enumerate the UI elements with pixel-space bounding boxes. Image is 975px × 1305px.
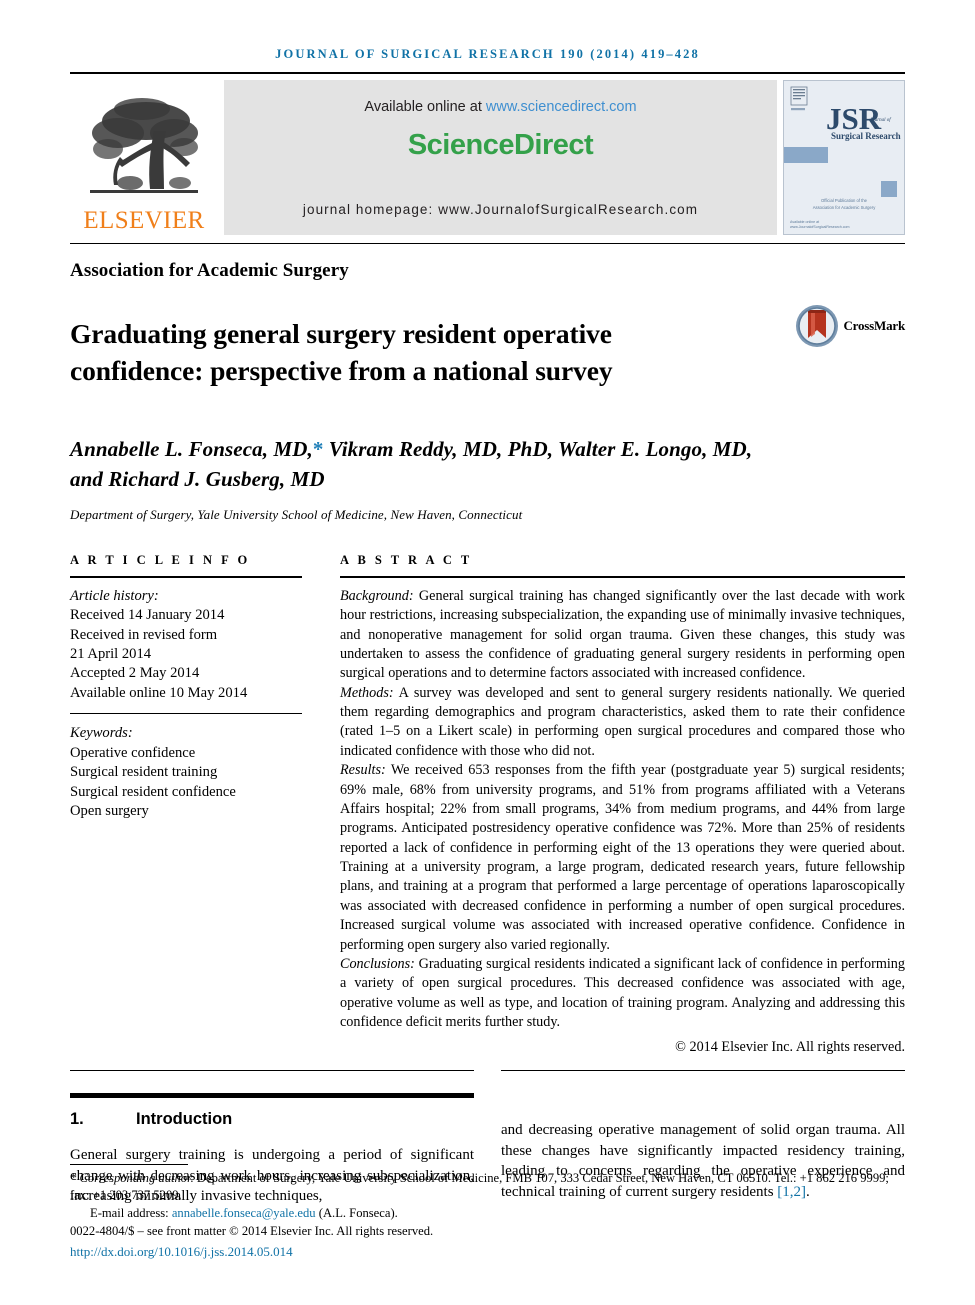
keywords-label: Keywords: xyxy=(70,725,133,742)
section-heading-introduction: 1. Introduction xyxy=(70,1110,474,1129)
article-history-item: 21 April 2014 xyxy=(70,646,152,663)
svg-text:Available online at: Available online at xyxy=(790,220,819,224)
svg-text:Association for Academic Surge: Association for Academic Surgery xyxy=(813,205,877,210)
abstract-results: Results: We received 653 responses from … xyxy=(340,761,905,955)
article-history-item: Received 14 January 2014 xyxy=(70,607,225,624)
journal-cover-thumbnail: JSR Journal of Surgical Research Officia… xyxy=(783,80,905,235)
crossmark-badge[interactable]: CrossMark xyxy=(795,304,905,348)
sciencedirect-banner: Available online at www.sciencedirect.co… xyxy=(224,80,777,235)
elsevier-tree-icon xyxy=(90,98,198,193)
abstract-conclusions-text: Graduating surgical residents indicated … xyxy=(340,955,905,1031)
section-bar xyxy=(70,1093,474,1099)
author-line-1: Annabelle L. Fonseca, MD,* Vikram Reddy,… xyxy=(70,434,905,464)
abstract-results-text: We received 653 responses from the fifth… xyxy=(340,762,905,953)
abstract-methods-text: A survey was developed and sent to gener… xyxy=(340,684,905,759)
abstract-results-label: Results: xyxy=(340,762,386,779)
abstract-methods: Methods: A survey was developed and sent… xyxy=(340,684,905,762)
affiliation: Department of Surgery, Yale University S… xyxy=(70,506,523,522)
keyword-item: Operative confidence xyxy=(70,744,196,761)
article-info-heading: A R T I C L E I N F O xyxy=(70,552,251,567)
email-suffix: (A.L. Fonseca). xyxy=(315,1206,398,1221)
abstract-heading: A B S T R A C T xyxy=(340,552,473,567)
crossmark-icon xyxy=(796,305,839,347)
author-line-1b: Vikram Reddy, MD, PhD, Walter E. Longo, … xyxy=(323,436,753,461)
section-number: 1. xyxy=(70,1110,84,1129)
right-column-rule xyxy=(501,1070,905,1072)
svg-text:Journal of: Journal of xyxy=(870,118,891,123)
masthead-bottom-rule xyxy=(70,243,905,244)
abstract-conclusions: Conclusions: Graduating surgical residen… xyxy=(340,955,905,1033)
article-history-item: Available online 10 May 2014 xyxy=(70,684,248,701)
article-info-rule xyxy=(70,575,302,578)
corresponding-author-label: * Corresponding author. xyxy=(70,1170,194,1185)
article-info-column: A R T I C L E I N F O Article history: R… xyxy=(70,553,302,1057)
email-link[interactable]: annabelle.fonseca@yale.edu xyxy=(172,1206,316,1220)
keyword-item: Surgical resident training xyxy=(70,764,218,781)
available-online-prefix: Available online at xyxy=(364,99,486,115)
abstract-background-text: General surgical training has changed si… xyxy=(340,587,905,682)
abstract-rule xyxy=(340,575,905,578)
footnote-block: * Corresponding author. Department of Su… xyxy=(70,1163,905,1261)
article-page: JOURNAL OF SURGICAL RESEARCH 190 (2014) … xyxy=(0,0,975,1305)
elsevier-logo: ELSEVIER xyxy=(70,80,218,235)
keyword-item: Open surgery xyxy=(70,802,149,819)
running-head: JOURNAL OF SURGICAL RESEARCH 190 (2014) … xyxy=(275,47,700,61)
article-title: Graduating general surgery resident oper… xyxy=(70,318,613,386)
abstract-copyright: © 2014 Elsevier Inc. All rights reserved… xyxy=(675,1039,905,1056)
corresponding-author-note: * Corresponding author. Department of Su… xyxy=(70,1170,905,1206)
elsevier-wordmark: ELSEVIER xyxy=(83,207,205,234)
footnote-rule xyxy=(70,1163,188,1165)
journal-cover-art: JSR Journal of Surgical Research Officia… xyxy=(784,81,904,234)
svg-text:Surgical Research: Surgical Research xyxy=(831,131,901,141)
article-history-item: Accepted 2 May 2014 xyxy=(70,665,200,682)
svg-text:Official Publication of the: Official Publication of the xyxy=(821,198,868,203)
abstract-methods-label: Methods: xyxy=(340,684,394,701)
society-line: Association for Academic Surgery xyxy=(70,260,349,281)
left-column-rule xyxy=(70,1070,474,1072)
abstract-column: A B S T R A C T Background: General surg… xyxy=(340,553,905,1057)
masthead: ELSEVIER Available online at www.science… xyxy=(70,80,905,235)
keyword-item: Surgical resident confidence xyxy=(70,783,236,800)
corresponding-author-text: Department of Surgery, Yale University S… xyxy=(70,1170,889,1203)
abstract-background: Background: General surgical training ha… xyxy=(340,587,905,684)
crossmark-label: CrossMark xyxy=(843,318,905,333)
issn-line: 0022-4804/$ – see front matter © 2014 El… xyxy=(70,1223,434,1238)
sciencedirect-url[interactable]: www.sciencedirect.com xyxy=(486,99,637,115)
email-note: E-mail address: annabelle.fonseca@yale.e… xyxy=(70,1205,905,1223)
keywords-divider xyxy=(70,713,302,715)
article-history-label: Article history: xyxy=(70,587,159,604)
info-abstract-region: A R T I C L E I N F O Article history: R… xyxy=(70,553,905,1057)
doi-link[interactable]: http://dx.doi.org/10.1016/j.jss.2014.05.… xyxy=(70,1243,905,1261)
corresponding-author-marker[interactable]: * xyxy=(313,437,324,461)
author-line-2: and Richard J. Gusberg, MD xyxy=(70,467,325,492)
available-online-line: Available online at www.sciencedirect.co… xyxy=(224,80,777,115)
article-history-item: Received in revised form xyxy=(70,626,218,643)
column-gap xyxy=(302,553,340,1057)
author-list: Annabelle L. Fonseca, MD,* Vikram Reddy,… xyxy=(70,434,905,495)
abstract-background-label: Background: xyxy=(340,587,414,604)
email-label: E-mail address: xyxy=(90,1206,172,1221)
title-row: Graduating general surgery resident oper… xyxy=(70,298,905,408)
journal-homepage-line[interactable]: journal homepage: www.JournalofSurgicalR… xyxy=(224,202,777,217)
sciencedirect-wordmark: ScienceDirect xyxy=(407,129,594,161)
abstract-conclusions-label: Conclusions: xyxy=(340,955,415,972)
section-title: Introduction xyxy=(136,1110,233,1129)
author-line-1a: Annabelle L. Fonseca, MD, xyxy=(70,436,313,461)
svg-text:www.JournalofSurgicalResearch.: www.JournalofSurgicalResearch.com xyxy=(790,225,850,229)
running-head-rule xyxy=(70,72,905,74)
